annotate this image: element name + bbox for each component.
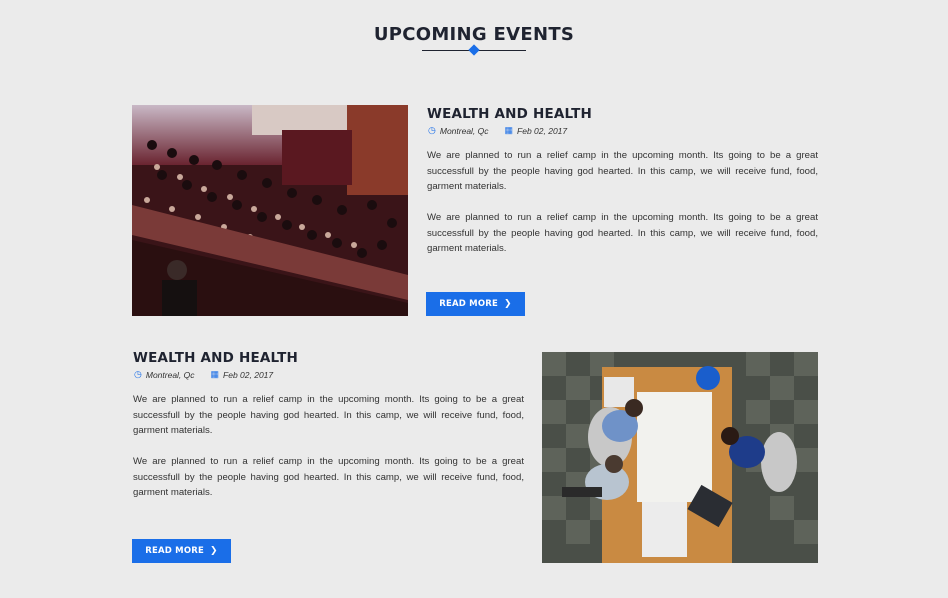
event-description: We are planned to run a relief camp in t… [133,394,524,437]
event-description: We are planned to run a relief camp in t… [133,456,524,499]
event-location: Montreal, Qc [145,369,195,380]
read-more-label: READ MORE [145,546,205,556]
read-more-button[interactable]: READ MORE ❯ [132,539,231,563]
office-meeting-photo [542,352,818,563]
event-date: Feb 02, 2017 [223,369,274,380]
chevron-right-icon: ❯ [210,546,218,556]
event-meta: ◷ Montreal, Qc ▦ Feb 02, 2017 [134,369,273,380]
calendar-icon: ▦ [210,369,220,379]
event-title[interactable]: WEALTH AND HEALTH [133,350,298,366]
event-card: WEALTH AND HEALTH ◷ Montreal, Qc ▦ Feb 0… [0,0,948,598]
clock-icon: ◷ [134,369,142,379]
